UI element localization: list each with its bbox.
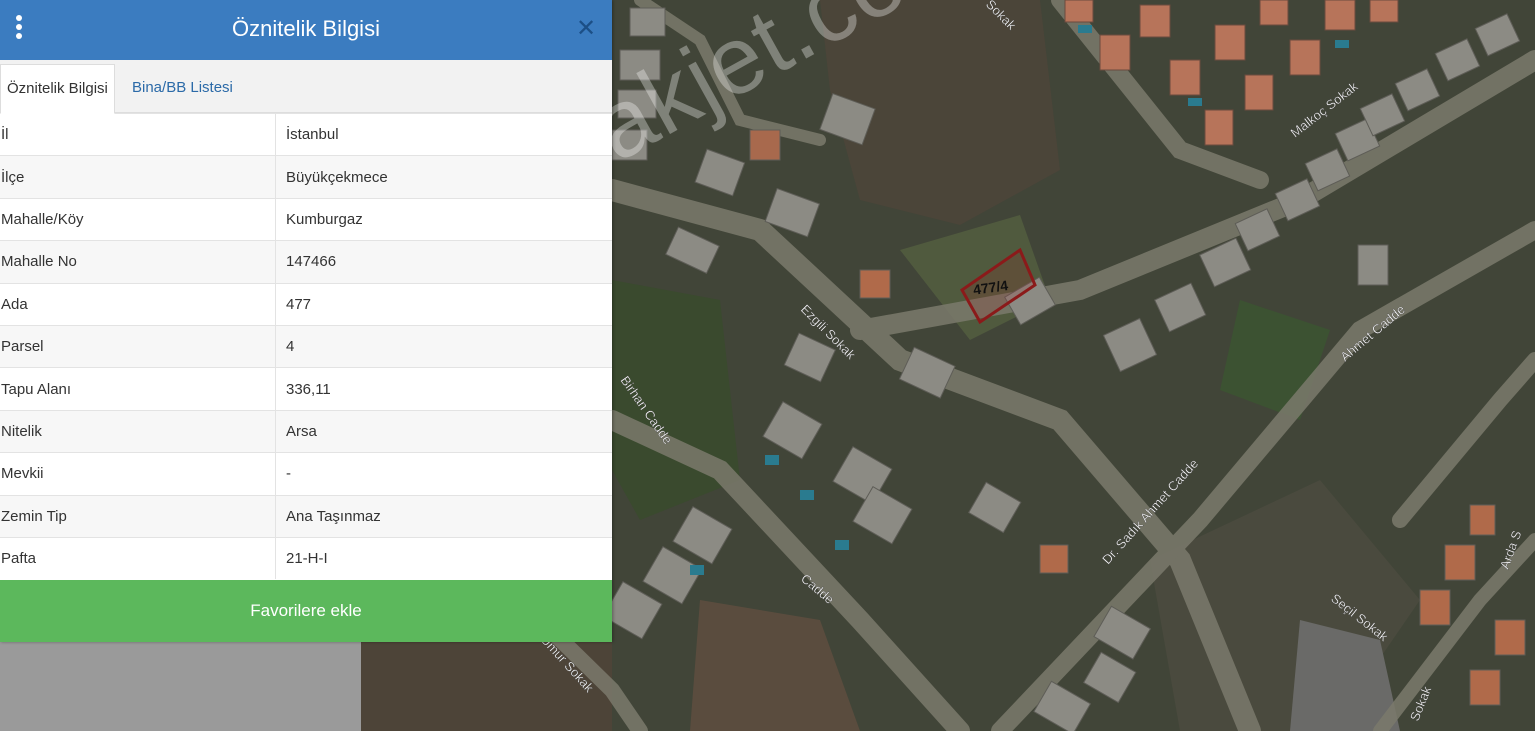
- table-row: Mahalle No 147466: [0, 240, 612, 284]
- tab-attribute-info[interactable]: Öznitelik Bilgisi: [0, 64, 115, 114]
- row-key: Ada: [0, 282, 276, 326]
- row-value: -: [275, 452, 612, 496]
- row-value: Arsa: [275, 409, 612, 453]
- row-key: Pafta: [0, 536, 276, 580]
- tab-building-list[interactable]: Bina/BB Listesi: [122, 64, 243, 112]
- table-row: Nitelik Arsa: [0, 409, 612, 453]
- add-to-favorites-button[interactable]: Favorilere ekle: [0, 580, 612, 642]
- row-value: Kumburgaz: [275, 197, 612, 241]
- map-sidebar-filler: [0, 642, 361, 731]
- row-key: Parsel: [0, 324, 276, 368]
- row-value: 477: [275, 282, 612, 326]
- row-value: 4: [275, 324, 612, 368]
- row-value: 21-H-I: [275, 536, 612, 580]
- row-value: 336,11: [275, 367, 612, 411]
- attribute-table: İl İstanbul İlçe Büyükçekmece Mahalle/Köy K…: [0, 112, 612, 580]
- table-row: Parsel 4: [0, 324, 612, 368]
- row-key: Zemin Tip: [0, 494, 276, 538]
- table-row: İlçe Büyükçekmece: [0, 155, 612, 199]
- close-icon[interactable]: ✕: [574, 14, 598, 44]
- row-value: 147466: [275, 240, 612, 284]
- row-value: Ana Taşınmaz: [275, 494, 612, 538]
- row-value: Büyükçekmece: [275, 155, 612, 199]
- table-row: Pafta 21-H-I: [0, 536, 612, 580]
- table-row: İl İstanbul: [0, 112, 612, 156]
- table-row: Ada 477: [0, 282, 612, 326]
- table-row: Tapu Alanı 336,11: [0, 367, 612, 411]
- row-key: İl: [0, 112, 276, 156]
- attribute-panel: Öznitelik Bilgisi ✕ Öznitelik Bilgisi Bi…: [0, 0, 612, 642]
- panel-title: Öznitelik Bilgisi: [232, 16, 380, 41]
- panel-header: Öznitelik Bilgisi ✕: [0, 0, 612, 60]
- row-key: Mevkii: [0, 452, 276, 496]
- row-value: İstanbul: [275, 112, 612, 156]
- table-row: Mevkii -: [0, 452, 612, 496]
- row-key: Mahalle No: [0, 240, 276, 284]
- table-row: Zemin Tip Ana Taşınmaz: [0, 494, 612, 538]
- table-row: Mahalle/Köy Kumburgaz: [0, 197, 612, 241]
- row-key: Nitelik: [0, 409, 276, 453]
- tab-bar: Öznitelik Bilgisi Bina/BB Listesi: [0, 60, 612, 114]
- row-key: Tapu Alanı: [0, 367, 276, 411]
- row-key: İlçe: [0, 155, 276, 199]
- row-key: Mahalle/Köy: [0, 197, 276, 241]
